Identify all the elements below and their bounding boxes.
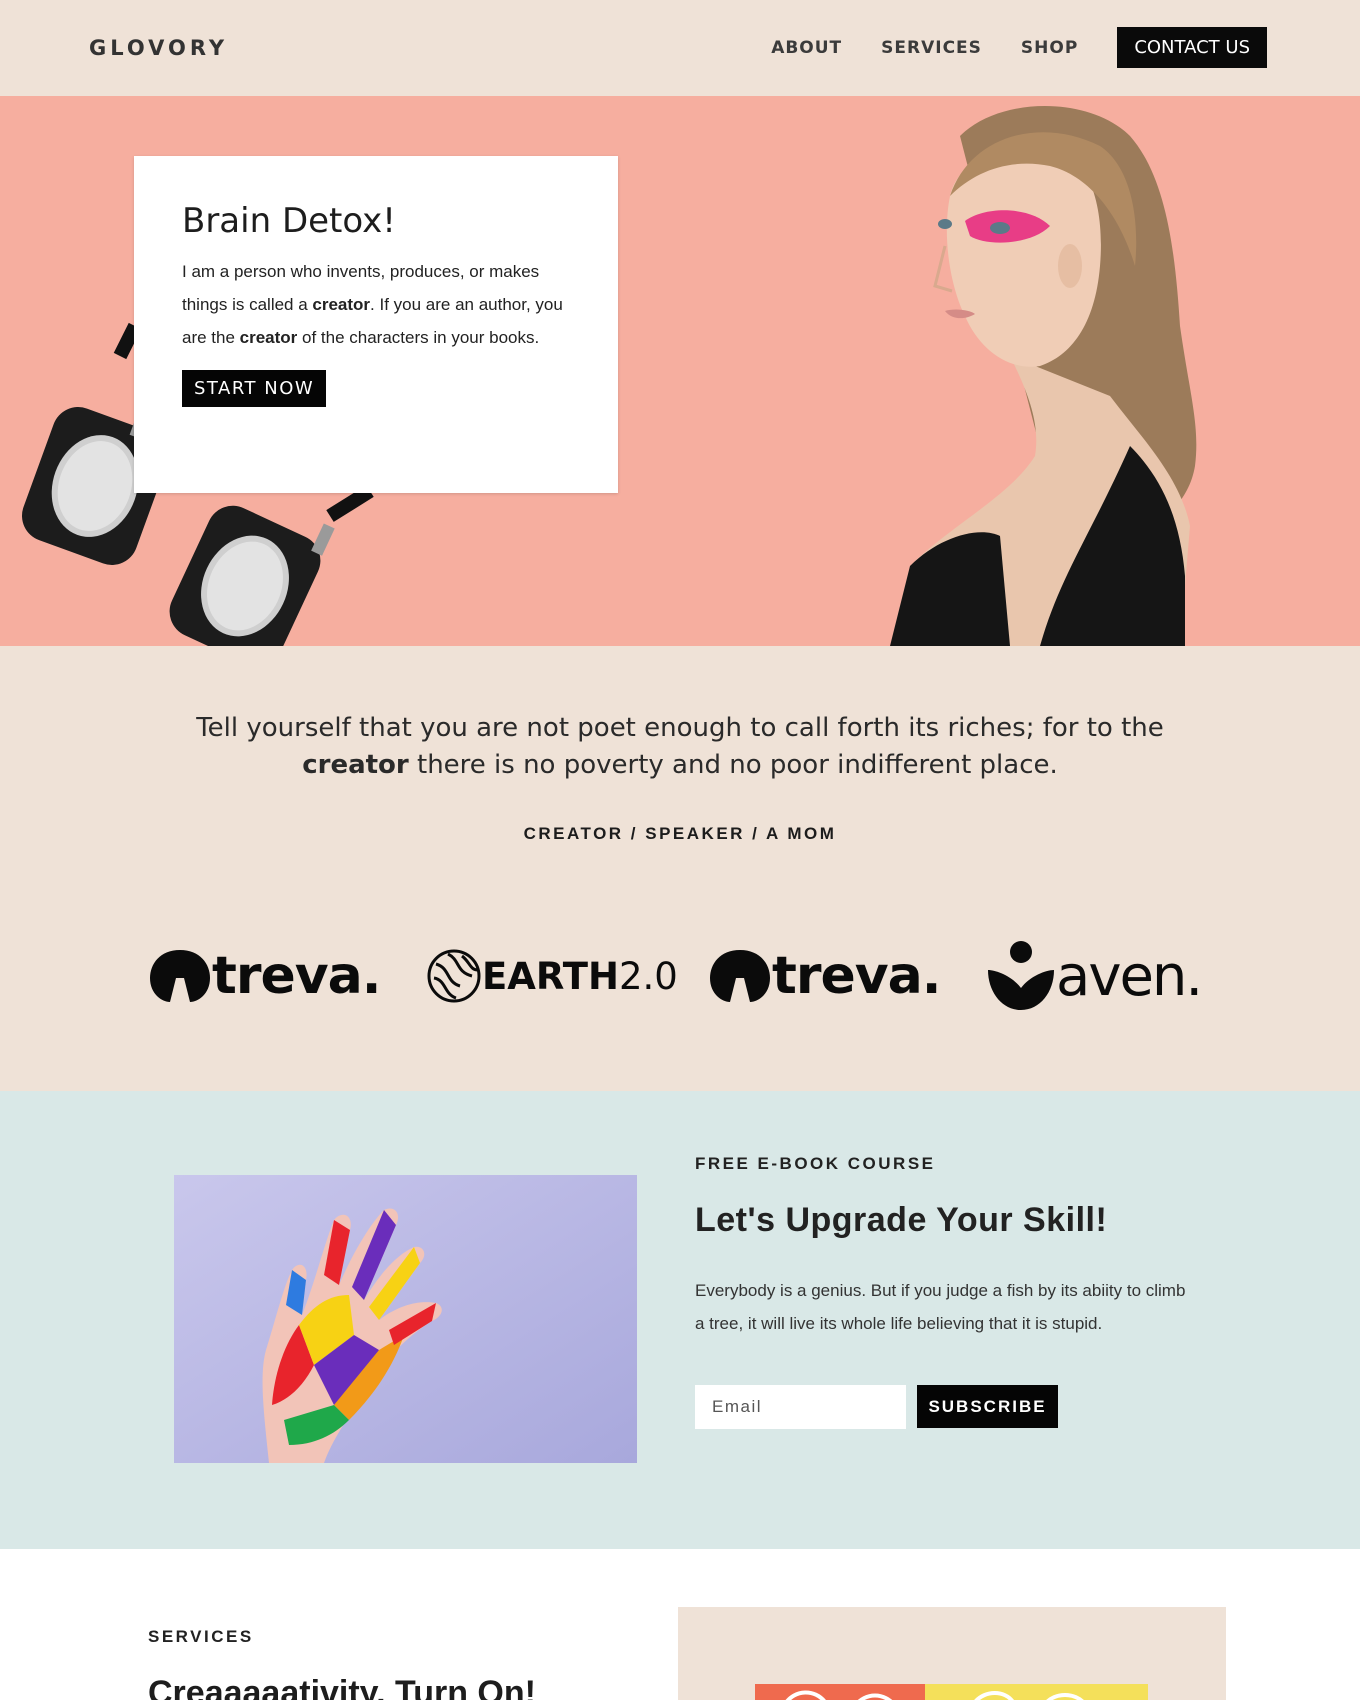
site-logo[interactable]: GLOVORY	[89, 36, 228, 60]
woman-portrait-image	[890, 106, 1197, 646]
site-header: GLOVORY ABOUT SERVICES SHOP CONTACT US	[0, 0, 1360, 96]
hero-section: Brain Detox! I am a person who invents, …	[0, 96, 1360, 646]
logo-treva-2: treva.	[708, 936, 942, 1016]
email-input[interactable]	[695, 1385, 906, 1429]
treva-mark-icon	[710, 950, 770, 1002]
ebook-label: FREE E-BOOK COURSE	[695, 1154, 936, 1173]
hero-text-bold: creator	[312, 295, 371, 314]
hero-description: I am a person who invents, produces, or …	[182, 255, 570, 354]
logo-earth-text: EARTH2.0	[482, 955, 678, 998]
quote-part: there is no poverty and no poor indiffer…	[408, 750, 1058, 780]
services-section: SERVICES Creaaaaativity, Turn On!	[0, 1549, 1360, 1700]
colorful-art-image	[755, 1684, 1148, 1700]
logo-aven-text: aven.	[1056, 943, 1203, 1009]
services-label: SERVICES	[148, 1627, 254, 1646]
nav-shop[interactable]: SHOP	[1021, 38, 1078, 58]
logo-treva-text: treva.	[212, 946, 382, 1006]
logo-aven: aven.	[986, 936, 1203, 1016]
earth-bold-text: EARTH	[482, 954, 619, 998]
nav-services[interactable]: SERVICES	[881, 38, 982, 58]
start-now-button[interactable]: START NOW	[182, 370, 327, 407]
hero-title: Brain Detox!	[182, 201, 396, 241]
quote-text: Tell yourself that you are not poet enou…	[180, 710, 1180, 784]
quote-bold: creator	[302, 750, 409, 780]
ebook-title: Let's Upgrade Your Skill!	[695, 1201, 1108, 1239]
services-image-panel	[678, 1607, 1226, 1700]
quote-part: Tell yourself that you are not poet enou…	[196, 713, 1164, 743]
ebook-section: FREE E-BOOK COURSE Let's Upgrade Your Sk…	[0, 1091, 1360, 1549]
quote-section: Tell yourself that you are not poet enou…	[0, 646, 1360, 1091]
earth-globe-icon	[427, 949, 481, 1003]
painted-hand-image	[174, 1175, 637, 1463]
ebook-description: Everybody is a genius. But if you judge …	[695, 1281, 1186, 1333]
subscribe-button[interactable]: SUBSCRIBE	[917, 1385, 1058, 1428]
services-title: Creaaaaativity, Turn On!	[148, 1674, 536, 1700]
main-nav: ABOUT SERVICES SHOP CONTACT US	[771, 27, 1267, 68]
logo-earth: EARTH2.0	[426, 936, 678, 1016]
hero-text-bold: creator	[239, 328, 298, 347]
aven-lotus-icon	[988, 941, 1054, 1010]
logo-treva-1: treva.	[148, 936, 382, 1016]
nav-about[interactable]: ABOUT	[771, 38, 842, 58]
partner-logos: treva. EARTH2.0 treva. aven.	[148, 936, 1213, 1016]
contact-us-button[interactable]: CONTACT US	[1117, 27, 1267, 68]
roles-tagline: CREATOR / SPEAKER / A MOM	[523, 824, 837, 843]
hero-card: Brain Detox! I am a person who invents, …	[134, 156, 618, 493]
treva-mark-icon	[150, 950, 210, 1002]
logo-treva-text: treva.	[772, 946, 942, 1006]
earth-thin-text: 2.0	[618, 954, 678, 998]
hero-text-part: of the characters in your books.	[297, 328, 540, 347]
